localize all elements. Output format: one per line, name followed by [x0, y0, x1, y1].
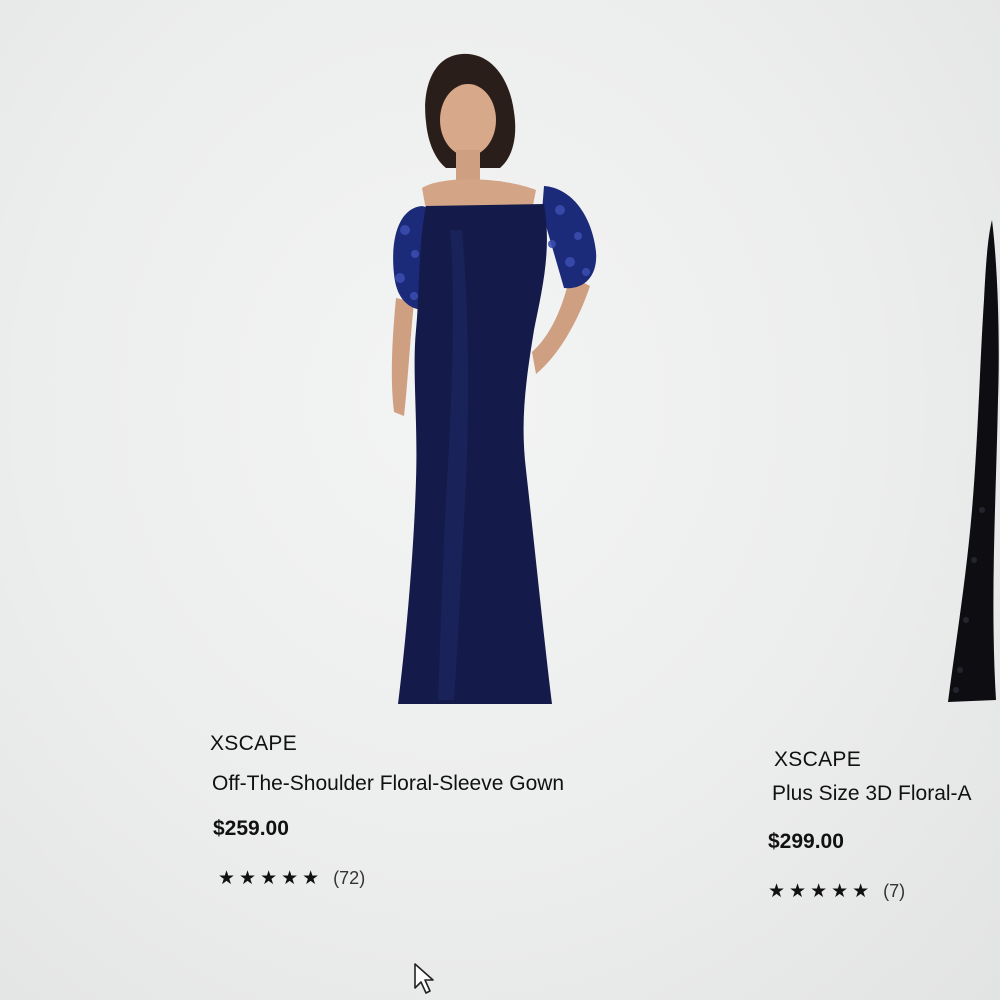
- review-count: (72): [333, 868, 366, 888]
- product-grid-screen: XSCAPE Off-The-Shoulder Floral-Sleeve Go…: [0, 0, 1000, 1000]
- star-rating-icons: ★★★★★: [768, 881, 874, 902]
- product-card[interactable]: XSCAPE Plus Size 3D Floral-A $299.00 ★★★…: [760, 40, 1000, 902]
- product-rating[interactable]: ★★★★★ (7): [768, 880, 905, 903]
- product-brand: XSCAPE: [774, 748, 861, 771]
- product-name-link[interactable]: Plus Size 3D Floral-A: [772, 782, 972, 806]
- product-rating[interactable]: ★★★★★ (72): [218, 867, 365, 890]
- product-price: $299.00: [768, 830, 844, 853]
- product-card[interactable]: XSCAPE Off-The-Shoulder Floral-Sleeve Go…: [200, 40, 720, 889]
- star-rating-icons: ★★★★★: [218, 868, 324, 889]
- product-image[interactable]: [200, 40, 720, 720]
- model-in-gown-illustration: [391, 53, 597, 704]
- review-count: (7): [883, 881, 906, 901]
- product-name-link[interactable]: Off-The-Shoulder Floral-Sleeve Gown: [212, 772, 564, 796]
- product-price: $259.00: [213, 817, 289, 840]
- product-brand: XSCAPE: [210, 732, 297, 755]
- model-in-gown-illustration: [948, 220, 999, 702]
- mouse-pointer-icon: [414, 963, 434, 994]
- product-image[interactable]: [760, 40, 1000, 720]
